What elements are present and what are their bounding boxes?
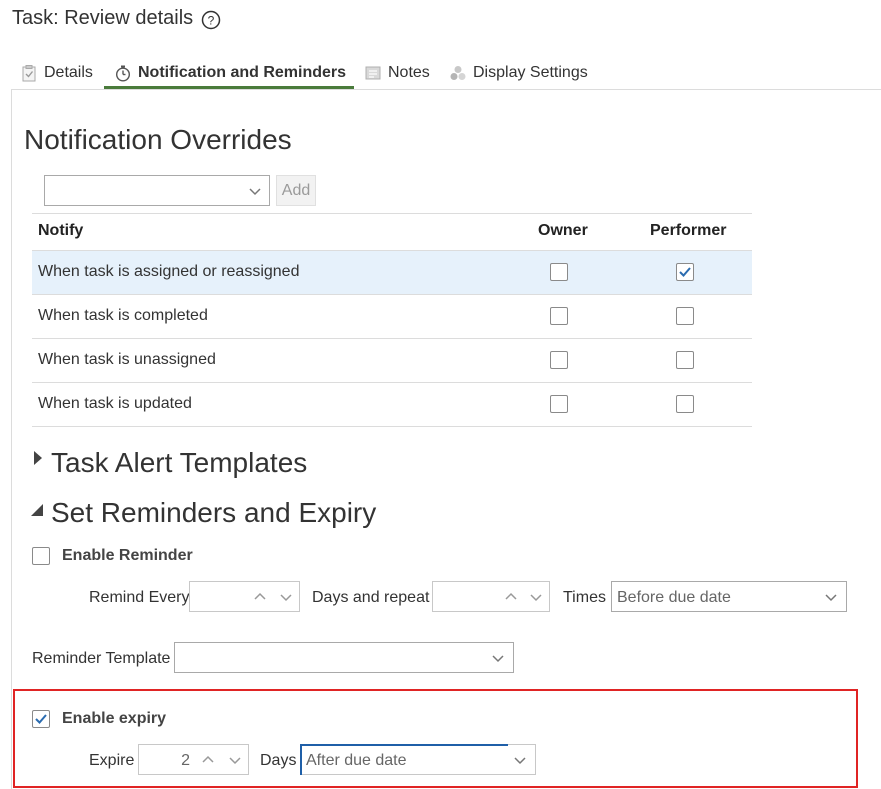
expand-triangle-icon[interactable] [34, 451, 42, 465]
owner-checkbox[interactable] [550, 351, 568, 369]
expire-label: Expire [89, 752, 135, 769]
tab-label: Notification and Reminders [138, 64, 347, 81]
notification-overrides-heading: Notification Overrides [24, 124, 292, 155]
expiry-timing-select[interactable]: After due date [300, 744, 536, 775]
chevron-down-icon [492, 655, 504, 663]
tab-notes[interactable]: Notes [364, 58, 430, 88]
focus-indicator [300, 744, 508, 746]
column-header-notify: Notify [38, 222, 84, 239]
table-row[interactable]: When task is updated [32, 383, 752, 427]
reminder-timing-select[interactable]: Before due date [611, 581, 847, 612]
tab-notification-and-reminders[interactable]: Notification and Reminders [114, 58, 346, 88]
chevron-up-icon[interactable] [200, 752, 216, 768]
owner-checkbox[interactable] [550, 263, 568, 281]
enable-reminder-checkbox[interactable] [32, 547, 50, 565]
checkmark-icon [679, 267, 691, 277]
focus-indicator [300, 744, 302, 775]
performer-checkbox[interactable] [676, 307, 694, 325]
enable-expiry-checkbox[interactable] [32, 710, 50, 728]
page-title: Task: Review details [12, 7, 194, 29]
chevron-down-icon[interactable] [528, 589, 544, 605]
column-header-owner: Owner [538, 222, 588, 239]
repeat-stepper[interactable] [432, 581, 550, 612]
chevron-up-icon[interactable] [503, 589, 519, 605]
set-reminders-heading[interactable]: Set Reminders and Expiry [51, 497, 376, 529]
collapse-triangle-icon[interactable] [31, 504, 43, 516]
remind-every-stepper[interactable] [189, 581, 300, 612]
note-icon [365, 66, 381, 80]
svg-text:?: ? [208, 14, 215, 28]
tab-details[interactable]: Details [20, 58, 93, 88]
owner-checkbox[interactable] [550, 307, 568, 325]
chevron-down-icon[interactable] [278, 589, 294, 605]
help-icon[interactable]: ? [201, 10, 221, 30]
stepper-value: 2 [181, 752, 190, 769]
table-row[interactable]: When task is completed [32, 295, 752, 339]
chevron-down-icon [514, 757, 526, 765]
select-value: Before due date [617, 589, 731, 606]
table-top-border [32, 213, 752, 214]
owner-checkbox[interactable] [550, 395, 568, 413]
notification-override-select[interactable] [44, 175, 270, 206]
row-label: When task is unassigned [38, 351, 216, 368]
enable-reminder-label: Enable Reminder [62, 547, 193, 564]
performer-checkbox[interactable] [676, 395, 694, 413]
enable-expiry-label: Enable expiry [62, 710, 167, 727]
row-label: When task is updated [38, 395, 192, 412]
chevron-down-icon [249, 188, 261, 196]
chevron-down-icon[interactable] [227, 752, 243, 768]
add-button[interactable]: Add [276, 175, 316, 206]
tab-display-settings[interactable]: Display Settings [449, 58, 588, 88]
clipboard-check-icon [22, 65, 36, 82]
times-label: Times [563, 589, 606, 606]
tab-panel-border [11, 89, 881, 90]
table-row[interactable]: When task is assigned or reassigned [32, 251, 752, 295]
column-header-performer: Performer [650, 222, 727, 239]
reminder-template-select[interactable] [174, 642, 514, 673]
task-alert-templates-heading[interactable]: Task Alert Templates [51, 447, 307, 479]
days-and-repeat-label: Days and repeat [312, 589, 430, 606]
remind-every-label: Remind Every [89, 589, 190, 606]
days-label: Days [260, 752, 297, 769]
circles-icon [450, 66, 466, 80]
table-row[interactable]: When task is unassigned [32, 339, 752, 383]
performer-checkbox[interactable] [676, 263, 694, 281]
performer-checkbox[interactable] [676, 351, 694, 369]
expire-stepper[interactable]: 2 [138, 744, 249, 775]
tab-label: Display Settings [473, 64, 588, 81]
row-label: When task is completed [38, 307, 208, 324]
select-value: After due date [306, 752, 407, 769]
row-label: When task is assigned or reassigned [38, 263, 300, 280]
tab-label: Details [44, 64, 93, 81]
panel-left-border [11, 89, 12, 789]
tab-label: Notes [388, 64, 430, 81]
checkmark-icon [35, 714, 47, 724]
chevron-down-icon [825, 594, 837, 602]
reminder-template-label: Reminder Template [32, 650, 171, 667]
chevron-up-icon[interactable] [252, 589, 268, 605]
stopwatch-icon [115, 65, 131, 82]
